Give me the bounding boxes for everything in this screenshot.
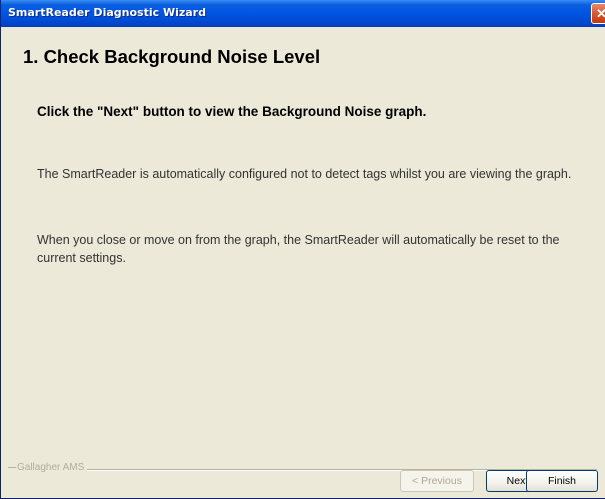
description-paragraph-2: When you close or move on from the graph… [37, 233, 560, 265]
instruction-text: Click the "Next" button to view the Back… [37, 104, 427, 119]
previous-button[interactable]: < Previous [400, 470, 474, 492]
close-icon: ✕ [596, 6, 605, 21]
page-title: 1. Check Background Noise Level [23, 46, 321, 67]
footer-brand-dash [8, 466, 16, 468]
footer-brand-text: Gallagher AMS [17, 462, 85, 473]
wizard-window: SmartReader Diagnostic Wizard ✕ 1. Check… [0, 0, 605, 499]
description-paragraph-1: The SmartReader is automatically configu… [37, 167, 572, 181]
finish-button[interactable]: Finish [526, 470, 598, 492]
close-button[interactable]: ✕ [591, 3, 605, 24]
title-bar[interactable]: SmartReader Diagnostic Wizard ✕ [1, 0, 605, 27]
footer-brand-label: Gallagher AMS [8, 462, 88, 473]
window-title: SmartReader Diagnostic Wizard [8, 6, 206, 19]
wizard-page: 1. Check Background Noise Level Click th… [2, 27, 605, 498]
